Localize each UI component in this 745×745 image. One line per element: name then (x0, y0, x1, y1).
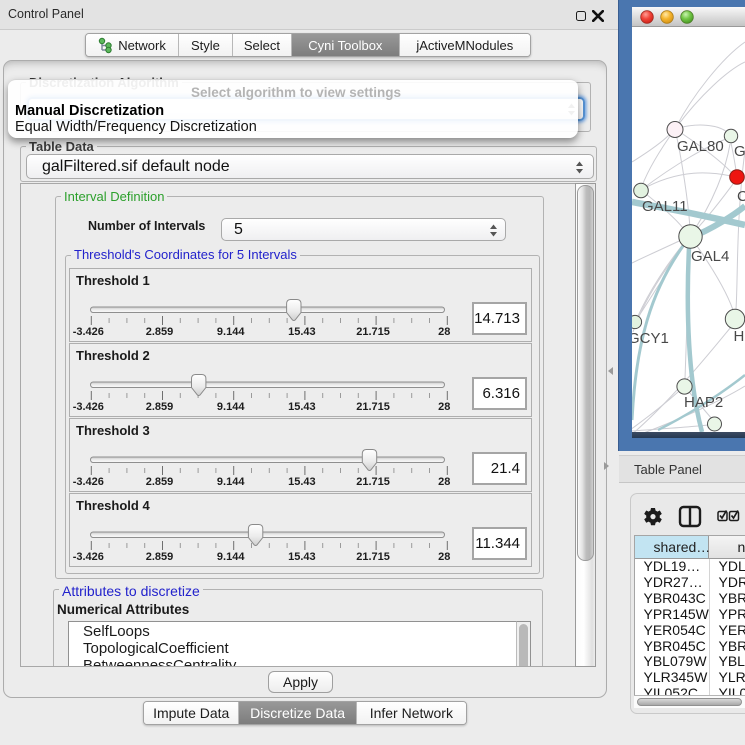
svg-text:21.715: 21.715 (356, 401, 390, 413)
svg-text:2.859: 2.859 (146, 401, 174, 413)
svg-text:21.715: 21.715 (356, 476, 390, 488)
svg-text:-3.426: -3.426 (73, 401, 104, 413)
svg-text:GCY1: GCY1 (632, 330, 669, 347)
svg-text:9.144: 9.144 (217, 326, 245, 338)
svg-text:CRM1: CRM1 (737, 188, 745, 205)
svg-text:28: 28 (438, 476, 450, 488)
svg-text:-3.426: -3.426 (73, 326, 104, 338)
svg-text:HIS4: HIS4 (734, 328, 745, 345)
svg-text:GAL80: GAL80 (677, 138, 724, 155)
svg-text:15.43: 15.43 (288, 476, 316, 488)
svg-text:9.144: 9.144 (217, 476, 245, 488)
svg-text:2.859: 2.859 (146, 326, 174, 338)
svg-text:9.144: 9.144 (217, 551, 245, 563)
svg-text:-3.426: -3.426 (73, 551, 104, 563)
svg-text:GAL4: GAL4 (691, 248, 729, 265)
svg-text:15.43: 15.43 (288, 401, 316, 413)
svg-text:21.715: 21.715 (356, 326, 390, 338)
svg-text:9.144: 9.144 (217, 401, 245, 413)
svg-text:28: 28 (438, 326, 450, 338)
svg-text:15.43: 15.43 (288, 326, 316, 338)
svg-text:2.859: 2.859 (146, 551, 174, 563)
svg-text:21.715: 21.715 (356, 551, 390, 563)
svg-text:HAP2: HAP2 (684, 394, 723, 411)
svg-text:28: 28 (438, 401, 450, 413)
svg-text:GAL11: GAL11 (642, 198, 688, 215)
svg-text:2.859: 2.859 (146, 476, 174, 488)
svg-text:-3.426: -3.426 (73, 476, 104, 488)
svg-text:28: 28 (438, 551, 450, 563)
svg-text:GAL2: GAL2 (734, 143, 745, 160)
svg-text:15.43: 15.43 (288, 551, 316, 563)
